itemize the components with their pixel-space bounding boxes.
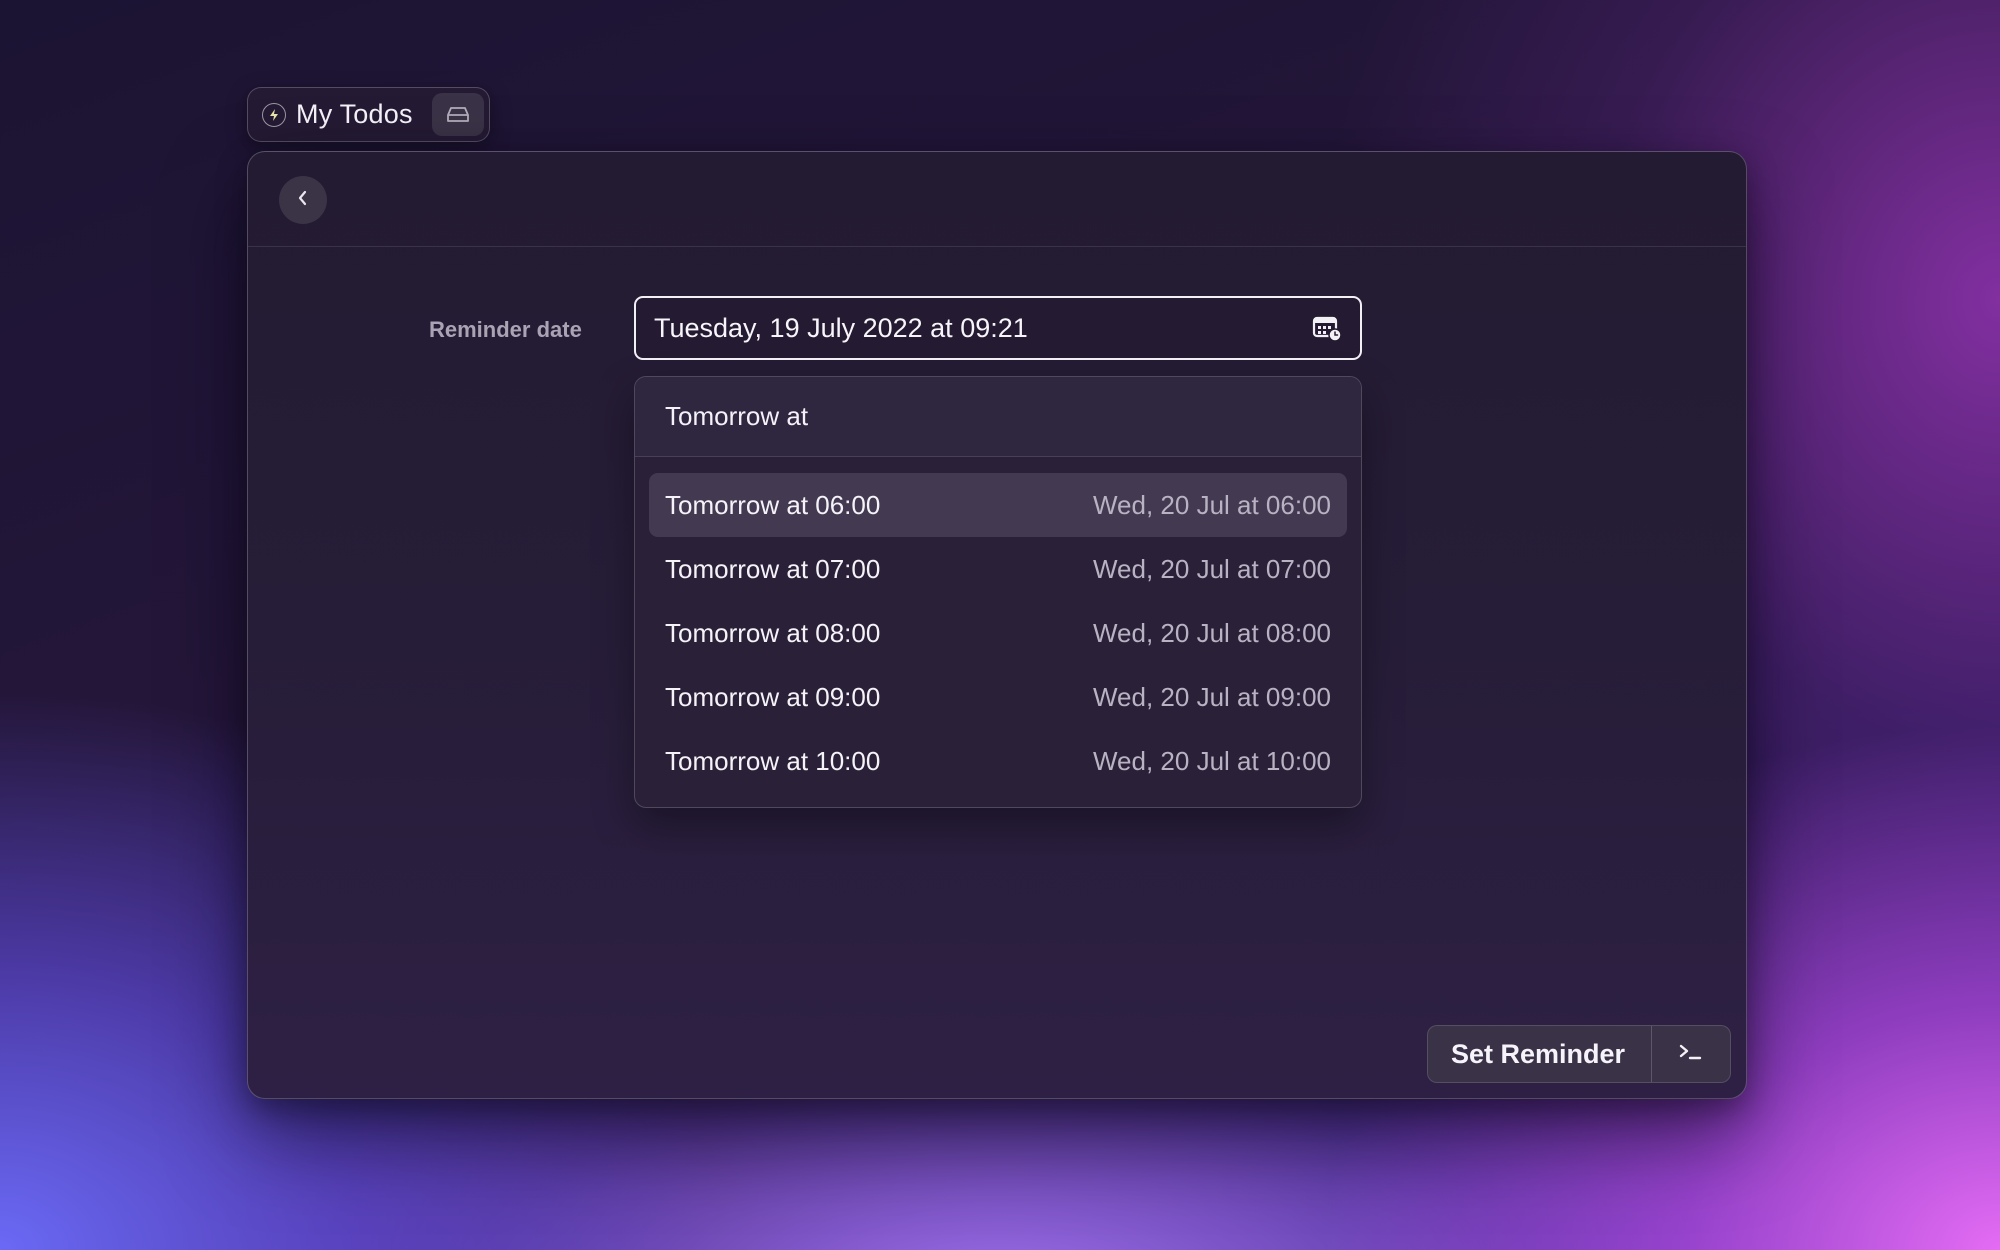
suggestion-detail: Wed, 20 Jul at 07:00 xyxy=(1092,553,1331,584)
calendar-clock-icon[interactable] xyxy=(1312,314,1342,342)
suggestion-label: Tomorrow at 07:00 xyxy=(665,553,881,584)
suggestion-label: Tomorrow at 10:00 xyxy=(665,745,881,776)
suggestion-label: Tomorrow at 09:00 xyxy=(665,681,881,712)
date-suggestions-dropdown: Tomorrow at Tomorrow at 06:00 Wed, 20 Ju… xyxy=(634,376,1362,808)
suggestion-detail: Wed, 20 Jul at 08:00 xyxy=(1092,617,1331,648)
suggestion-detail: Wed, 20 Jul at 09:00 xyxy=(1092,681,1331,712)
suggestion-item[interactable]: Tomorrow at 09:00 Wed, 20 Jul at 09:00 xyxy=(649,665,1347,729)
dropdown-query[interactable]: Tomorrow at xyxy=(635,377,1361,457)
extension-tab[interactable]: My Todos xyxy=(247,87,490,142)
action-panel-button[interactable] xyxy=(1652,1026,1730,1082)
back-button[interactable] xyxy=(279,176,327,224)
reminder-date-value[interactable]: Tuesday, 19 July 2022 at 09:21 xyxy=(654,313,1312,344)
raycast-bolt-icon xyxy=(262,102,286,127)
reminder-date-field[interactable]: Tuesday, 19 July 2022 at 09:21 xyxy=(634,296,1362,360)
set-reminder-button[interactable]: Set Reminder xyxy=(1428,1026,1652,1082)
suggestion-label: Tomorrow at 08:00 xyxy=(665,617,881,648)
suggestion-item[interactable]: Tomorrow at 08:00 Wed, 20 Jul at 08:00 xyxy=(649,601,1347,665)
terminal-prompt-icon xyxy=(1678,1042,1704,1067)
suggestion-detail: Wed, 20 Jul at 10:00 xyxy=(1092,745,1331,776)
chevron-left-icon xyxy=(296,189,310,212)
suggestion-item[interactable]: Tomorrow at 07:00 Wed, 20 Jul at 07:00 xyxy=(649,537,1347,601)
reminder-date-label: Reminder date xyxy=(429,317,582,342)
suggestion-item[interactable]: Tomorrow at 06:00 Wed, 20 Jul at 06:00 xyxy=(649,473,1347,537)
suggestion-detail: Wed, 20 Jul at 06:00 xyxy=(1092,489,1331,520)
suggestion-label: Tomorrow at 06:00 xyxy=(665,489,881,520)
tab-title: My Todos xyxy=(296,99,413,129)
extension-window: Reminder date Tuesday, 19 July 2022 at 0… xyxy=(247,151,1747,1099)
inbox-tray-icon[interactable] xyxy=(432,93,484,136)
action-bar: Set Reminder xyxy=(1426,1025,1731,1083)
suggestion-list: Tomorrow at 06:00 Wed, 20 Jul at 06:00 T… xyxy=(635,457,1361,793)
suggestion-item[interactable]: Tomorrow at 10:00 Wed, 20 Jul at 10:00 xyxy=(649,729,1347,793)
window-header xyxy=(248,152,1746,247)
